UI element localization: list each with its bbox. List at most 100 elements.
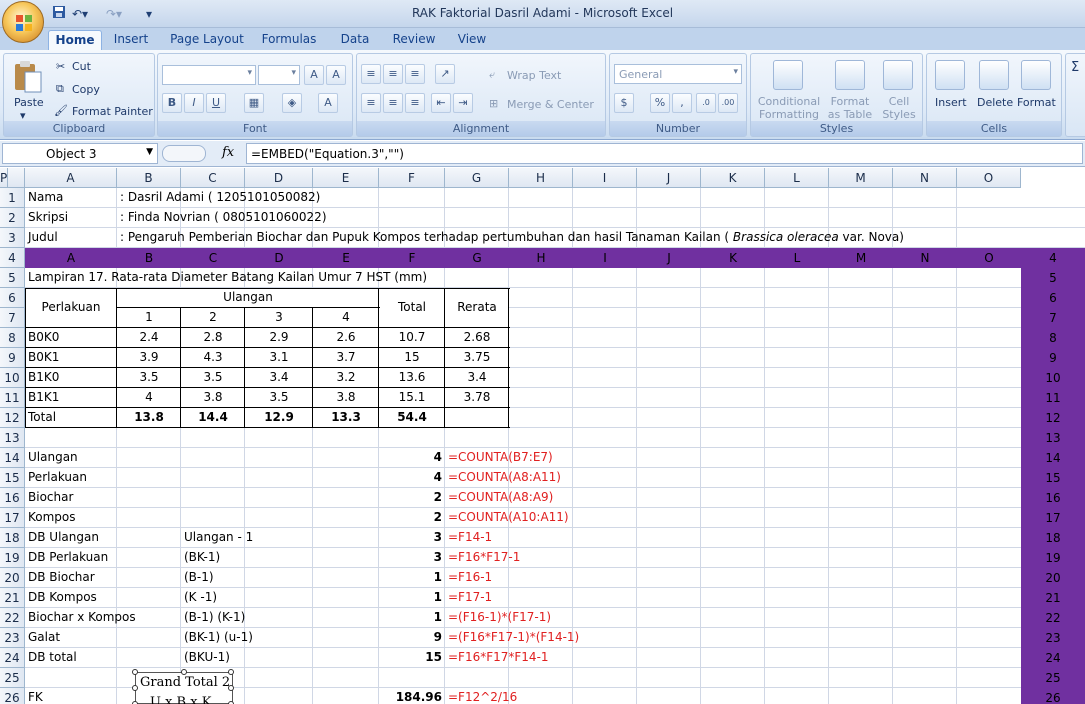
column-header-m[interactable]: M (829, 168, 893, 188)
column-header-p[interactable]: P (0, 168, 9, 188)
align-right-icon[interactable]: ≡ (405, 93, 425, 113)
row-header-20[interactable]: 20 (0, 568, 25, 588)
row-header-11[interactable]: 11 (0, 388, 25, 408)
row-header-5[interactable]: 5 (0, 268, 25, 288)
decrease-indent-icon[interactable]: ⇤ (431, 93, 451, 113)
cell-styles-button[interactable]: Cell Styles (879, 95, 919, 121)
copy-button[interactable]: Copy (72, 83, 100, 96)
row-header-14[interactable]: 14 (0, 448, 25, 468)
row-header-3[interactable]: 3 (0, 228, 25, 248)
row-header-4[interactable]: 4 (0, 248, 25, 268)
increase-indent-icon[interactable]: ⇥ (453, 93, 473, 113)
paste-button[interactable]: Paste (14, 96, 44, 109)
row-header-17[interactable]: 17 (0, 508, 25, 528)
cell-styles-icon[interactable] (883, 60, 913, 90)
format-cells-icon[interactable] (1021, 60, 1051, 90)
insert-function-icon[interactable]: fx (222, 145, 234, 160)
delete-cells-icon[interactable] (979, 60, 1009, 90)
row-header-9[interactable]: 9 (0, 348, 25, 368)
column-header-a[interactable]: A (25, 168, 117, 188)
font-color-icon[interactable]: A (318, 93, 338, 113)
row-header-8[interactable]: 8 (0, 328, 25, 348)
office-button[interactable] (2, 1, 44, 43)
orientation-icon[interactable]: ↗ (435, 64, 455, 84)
format-button[interactable]: Format (1017, 96, 1056, 109)
underline-icon[interactable]: U (206, 93, 226, 113)
insert-button[interactable]: Insert (935, 96, 967, 109)
italic-icon[interactable]: I (184, 93, 204, 113)
borders-icon[interactable]: ▦ (244, 93, 264, 113)
column-header-o[interactable]: O (957, 168, 1021, 188)
align-middle-icon[interactable]: ≡ (383, 64, 403, 84)
column-header-e[interactable]: E (313, 168, 379, 188)
row-header-13[interactable]: 13 (0, 428, 25, 448)
column-header-f[interactable]: F (379, 168, 445, 188)
column-header-k[interactable]: K (701, 168, 765, 188)
embedded-equation-object[interactable]: Grand Total 2 U x B x K (132, 669, 234, 704)
resize-handle[interactable] (132, 685, 138, 691)
row-header-2[interactable]: 2 (0, 208, 25, 228)
decrease-decimal-icon[interactable]: .00 (718, 93, 738, 113)
column-header-j[interactable]: J (637, 168, 701, 188)
fill-color-icon[interactable]: ◈ (282, 93, 302, 113)
number-format-dropdown-icon[interactable]: ▾ (733, 67, 738, 77)
row-header-18[interactable]: 18 (0, 528, 25, 548)
font-name-box[interactable]: ▾ (162, 65, 256, 85)
column-header-h[interactable]: H (509, 168, 573, 188)
name-box-dropdown-icon[interactable]: ▼ (146, 147, 153, 157)
row-header-25[interactable]: 25 (0, 668, 25, 688)
delete-button[interactable]: Delete (977, 96, 1013, 109)
column-header-i[interactable]: I (573, 168, 637, 188)
row-header-1[interactable]: 1 (0, 188, 25, 208)
shrink-font-icon[interactable]: A (326, 65, 346, 85)
name-box[interactable]: Object 3 ▼ (2, 143, 158, 164)
column-header-g[interactable]: G (445, 168, 509, 188)
align-center-icon[interactable]: ≡ (383, 93, 403, 113)
column-header-n[interactable]: N (893, 168, 957, 188)
format-as-table-button[interactable]: Format as Table (825, 95, 875, 121)
number-format-box[interactable]: General ▾ (614, 64, 742, 84)
format-as-table-icon[interactable] (835, 60, 865, 90)
worksheet-grid[interactable]: A B C D E F G H I J K L M N O P 1 2 3 4 5 6 7 8 9 10 11 12 13 14 15 16 1… (0, 168, 1085, 704)
resize-handle[interactable] (228, 685, 234, 691)
comma-icon[interactable]: , (672, 93, 692, 113)
conditional-formatting-button[interactable]: Conditional Formatting (757, 95, 821, 121)
tab-formulas[interactable]: Formulas (258, 30, 320, 50)
resize-handle[interactable] (132, 669, 138, 675)
wrap-text-button[interactable]: Wrap Text (507, 69, 561, 82)
resize-handle[interactable] (228, 669, 234, 675)
align-left-icon[interactable]: ≡ (361, 93, 381, 113)
row-header-21[interactable]: 21 (0, 588, 25, 608)
paste-icon[interactable] (12, 60, 44, 94)
tab-data[interactable]: Data (334, 30, 376, 50)
row-header-16[interactable]: 16 (0, 488, 25, 508)
font-size-box[interactable]: ▾ (258, 65, 300, 85)
percent-icon[interactable]: % (650, 93, 670, 113)
tab-insert[interactable]: Insert (108, 30, 154, 50)
column-header-c[interactable]: C (181, 168, 245, 188)
formula-input[interactable]: =EMBED("Equation.3","") (246, 143, 1083, 164)
tab-page-layout[interactable]: Page Layout (168, 30, 246, 50)
tab-review[interactable]: Review (388, 30, 440, 50)
row-header-22[interactable]: 22 (0, 608, 25, 628)
column-header-d[interactable]: D (245, 168, 313, 188)
autosum-icon[interactable]: Σ (1071, 60, 1079, 75)
align-top-icon[interactable]: ≡ (361, 64, 381, 84)
increase-decimal-icon[interactable]: .0 (696, 93, 716, 113)
row-header-10[interactable]: 10 (0, 368, 25, 388)
format-painter-button[interactable]: Format Painter (72, 105, 153, 118)
merge-center-button[interactable]: Merge & Center (507, 98, 594, 111)
currency-icon[interactable]: $ (614, 93, 634, 113)
formula-bar-handle[interactable] (162, 145, 206, 162)
row-header-15[interactable]: 15 (0, 468, 25, 488)
tab-home[interactable]: Home (48, 30, 102, 50)
cut-button[interactable]: Cut (72, 60, 91, 73)
row-header-24[interactable]: 24 (0, 648, 25, 668)
grow-font-icon[interactable]: A (304, 65, 324, 85)
tab-view[interactable]: View (452, 30, 492, 50)
row-header-23[interactable]: 23 (0, 628, 25, 648)
row-header-7[interactable]: 7 (0, 308, 25, 328)
conditional-formatting-icon[interactable] (773, 60, 803, 90)
column-header-l[interactable]: L (765, 168, 829, 188)
column-header-b[interactable]: B (117, 168, 181, 188)
